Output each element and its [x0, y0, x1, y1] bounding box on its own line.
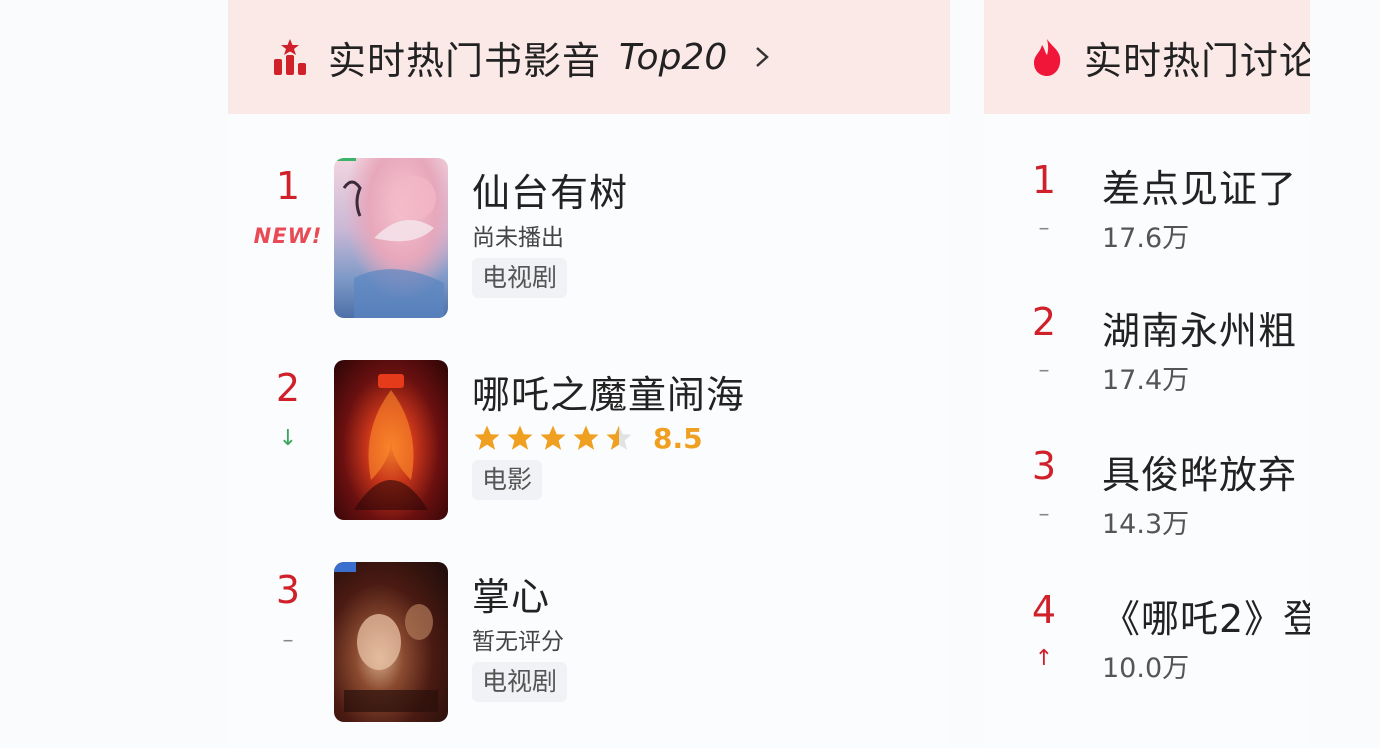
- topic-count: 10.0万: [1102, 653, 1190, 684]
- rank-number: 1: [275, 164, 301, 208]
- rating-score: 8.5: [653, 421, 703, 455]
- list-item[interactable]: 2 – 湖南永州粗 17.4万: [984, 296, 1310, 436]
- hot-topics-header[interactable]: 实时热门讨论: [984, 0, 1310, 114]
- topic-title[interactable]: 具俊晔放弃: [1102, 444, 1297, 499]
- rank-unchanged-icon: –: [282, 628, 294, 653]
- star-full-icon: [507, 425, 533, 450]
- list-item[interactable]: 3 – 掌心 暂无评分 电视剧: [228, 562, 950, 724]
- poster-image[interactable]: [334, 562, 448, 722]
- page: 实时热门书影音 Top20 1 NEW! 仙台有树 尚未播出 电视剧 2 ↓ 哪…: [0, 0, 1380, 748]
- star-half-icon: [606, 425, 632, 450]
- rank-unchanged-icon: –: [1038, 216, 1050, 241]
- media-title[interactable]: 哪吒之魔童闹海: [472, 364, 745, 419]
- rank-number: 3: [1031, 444, 1057, 488]
- hot-media-title-suffix: Top20: [619, 36, 728, 78]
- media-type-tag: 电影: [472, 460, 543, 500]
- rank-unchanged-icon: –: [1038, 358, 1050, 383]
- star-full-icon: [540, 425, 566, 450]
- hot-topics-panel: 实时热门讨论 1 – 差点见证了 17.6万 2 – 湖南永州粗 17.4万 3…: [984, 0, 1310, 748]
- star-full-icon: [474, 425, 500, 450]
- poster-image[interactable]: [334, 360, 448, 520]
- flame-icon: [1030, 37, 1064, 77]
- rank-number: 2: [275, 366, 301, 410]
- hot-topics-title: 实时热门讨论: [1084, 38, 1310, 83]
- topic-title[interactable]: 湖南永州粗: [1102, 300, 1297, 355]
- topic-count: 14.3万: [1102, 509, 1190, 540]
- list-item[interactable]: 3 – 具俊晔放弃 14.3万: [984, 440, 1310, 580]
- chevron-right-icon[interactable]: [751, 46, 773, 68]
- topic-count: 17.6万: [1102, 223, 1190, 254]
- topic-title[interactable]: 差点见证了: [1102, 158, 1297, 213]
- media-title[interactable]: 仙台有树: [472, 162, 628, 217]
- poster-image[interactable]: [334, 158, 448, 318]
- rank-unchanged-icon: –: [1038, 502, 1050, 527]
- rank-change-down-icon: ↓: [278, 426, 298, 451]
- rank-change-badge: NEW!: [253, 224, 323, 248]
- list-item[interactable]: 1 NEW! 仙台有树 尚未播出 电视剧: [228, 158, 950, 320]
- hot-media-header[interactable]: 实时热门书影音 Top20: [228, 0, 950, 114]
- rank-up-icon: ↑: [1034, 646, 1054, 671]
- hot-media-title: 实时热门书影音: [328, 38, 602, 83]
- rank-chart-icon: [270, 37, 310, 77]
- rank-number: 3: [275, 568, 301, 612]
- page-margin: [1310, 0, 1380, 748]
- media-status: 暂无评分: [472, 629, 564, 655]
- topic-count: 17.4万: [1102, 365, 1190, 396]
- rating-stars: 8.5: [472, 420, 703, 456]
- rank-number: 1: [1031, 158, 1057, 202]
- hot-media-panel: 实时热门书影音 Top20 1 NEW! 仙台有树 尚未播出 电视剧 2 ↓ 哪…: [228, 0, 950, 748]
- topic-title[interactable]: 《哪吒2》登: [1102, 588, 1310, 643]
- media-status: 尚未播出: [472, 225, 564, 251]
- media-type-tag: 电视剧: [472, 662, 568, 702]
- media-type-tag: 电视剧: [472, 258, 568, 298]
- media-title[interactable]: 掌心: [472, 566, 550, 621]
- rank-number: 4: [1031, 588, 1057, 632]
- star-full-icon: [573, 425, 599, 450]
- list-item[interactable]: 2 ↓ 哪吒之魔童闹海 8.5 电影: [228, 360, 950, 522]
- list-item[interactable]: 4 ↑ 《哪吒2》登 10.0万: [984, 584, 1310, 724]
- rank-number: 2: [1031, 300, 1057, 344]
- list-item[interactable]: 1 – 差点见证了 17.6万: [984, 154, 1310, 294]
